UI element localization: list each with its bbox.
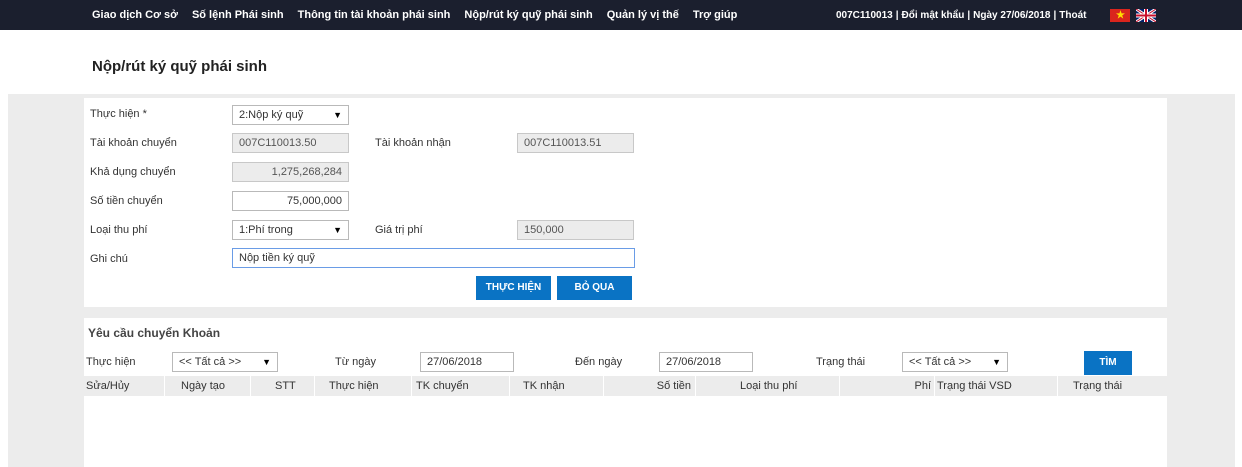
- amount-input[interactable]: 75,000,000: [232, 191, 349, 211]
- dropdown-arrow-icon: ▼: [262, 357, 271, 367]
- account-number: 007C110013: [836, 9, 893, 21]
- available-field: 1,275,268,284: [232, 162, 349, 182]
- from-date-label: Từ ngày: [335, 356, 376, 368]
- column-header-vsd-status[interactable]: Trạng thái VSD: [935, 376, 1058, 396]
- status-filter-select-value: << Tất cả >>: [909, 356, 972, 368]
- amount-label: Số tiền chuyển: [90, 195, 163, 207]
- column-header-seq[interactable]: STT: [251, 376, 315, 396]
- status-filter-select[interactable]: << Tất cả >> ▼: [902, 352, 1008, 372]
- divider: |: [895, 9, 899, 21]
- transfer-form-panel: Thực hiện * 2:Nộp ký quỹ ▼ Tài khoản chu…: [84, 98, 1167, 307]
- fee-value-field: 150,000: [517, 220, 634, 240]
- page-title: Nộp/rút ký quỹ phái sinh: [92, 58, 268, 75]
- action-select[interactable]: 2:Nộp ký quỹ ▼: [232, 105, 349, 125]
- to-date-label: Đến ngày: [575, 356, 623, 368]
- logout-link[interactable]: Thoát: [1059, 10, 1086, 21]
- table-header: Sửa/Hủy Ngày tạo STT Thực hiện TK chuyển…: [84, 376, 1167, 396]
- dropdown-arrow-icon: ▼: [992, 357, 1001, 367]
- dropdown-arrow-icon: ▼: [333, 225, 342, 235]
- to-date-input[interactable]: 27/06/2018: [659, 352, 753, 372]
- column-header-edit-cancel[interactable]: Sửa/Hủy: [84, 376, 165, 396]
- note-label: Ghi chú: [90, 253, 128, 265]
- from-account-field: 007C110013.50: [232, 133, 349, 153]
- column-header-created-date[interactable]: Ngày tạo: [165, 376, 251, 396]
- filter-action-label: Thực hiện: [86, 356, 136, 368]
- fee-value-label: Giá trị phí: [375, 224, 423, 236]
- dropdown-arrow-icon: ▼: [333, 110, 342, 120]
- submit-button[interactable]: THỰC HIỆN: [476, 276, 551, 300]
- main-menu: Giao dịch Cơ sở Số lệnh Phái sinh Thông …: [92, 0, 751, 30]
- section-title: Yêu cầu chuyển Khoản: [88, 326, 221, 340]
- column-header-status[interactable]: Trạng thái: [1058, 376, 1167, 396]
- column-header-fee-type[interactable]: Loại thu phí: [696, 376, 840, 396]
- nav-item-margin-deposit-withdraw[interactable]: Nộp/rút ký quỹ phái sinh: [464, 9, 592, 21]
- top-navigation-bar: Giao dịch Cơ sở Số lệnh Phái sinh Thông …: [0, 0, 1242, 30]
- status-filter-label: Trạng thái: [816, 356, 866, 368]
- search-button[interactable]: TÌM: [1084, 351, 1132, 375]
- divider: |: [967, 9, 971, 21]
- action-label: Thực hiện *: [90, 108, 147, 120]
- fee-type-select[interactable]: 1:Phí trong ▼: [232, 220, 349, 240]
- uk-flag-icon[interactable]: [1135, 7, 1158, 23]
- change-password-link[interactable]: Đổi mật khẩu: [902, 10, 965, 21]
- user-menu: 007C110013 | Đổi mật khẩu | Ngày 27/06/2…: [836, 0, 1158, 30]
- cancel-button[interactable]: BỎ QUA: [557, 276, 632, 300]
- column-header-amount[interactable]: Số tiền: [604, 376, 696, 396]
- nav-item-derivative-orders[interactable]: Số lệnh Phái sinh: [192, 9, 284, 21]
- transfer-requests-panel: Yêu cầu chuyển Khoản Thực hiện << Tất cả…: [84, 318, 1167, 467]
- from-date-input[interactable]: 27/06/2018: [420, 352, 514, 372]
- fee-type-label: Loại thu phí: [90, 224, 148, 236]
- column-header-fee[interactable]: Phí: [840, 376, 935, 396]
- from-account-label: Tài khoản chuyển: [90, 137, 177, 149]
- vietnam-flag-icon[interactable]: ★: [1110, 8, 1131, 22]
- nav-item-spot-trading[interactable]: Giao dịch Cơ sở: [92, 9, 178, 21]
- column-header-action[interactable]: Thực hiện: [315, 376, 412, 396]
- column-header-from-account[interactable]: TK chuyển: [412, 376, 510, 396]
- nav-item-derivative-account-info[interactable]: Thông tin tài khoản phái sinh: [298, 9, 451, 21]
- filter-action-select[interactable]: << Tất cả >> ▼: [172, 352, 278, 372]
- action-select-value: 2:Nộp ký quỹ: [239, 109, 304, 121]
- to-account-label: Tài khoản nhận: [375, 137, 451, 149]
- current-date: Ngày 27/06/2018: [973, 9, 1051, 21]
- note-input[interactable]: Nộp tiền ký quỹ: [232, 248, 635, 268]
- available-label: Khả dụng chuyển: [90, 166, 176, 178]
- nav-item-position-management[interactable]: Quản lý vị thế: [607, 9, 679, 21]
- filter-action-select-value: << Tất cả >>: [179, 356, 242, 368]
- fee-type-select-value: 1:Phí trong: [239, 224, 293, 236]
- to-account-field: 007C110013.51: [517, 133, 634, 153]
- column-header-to-account[interactable]: TK nhận: [510, 376, 604, 396]
- nav-item-help[interactable]: Trợ giúp: [693, 9, 737, 21]
- divider: |: [1053, 9, 1057, 21]
